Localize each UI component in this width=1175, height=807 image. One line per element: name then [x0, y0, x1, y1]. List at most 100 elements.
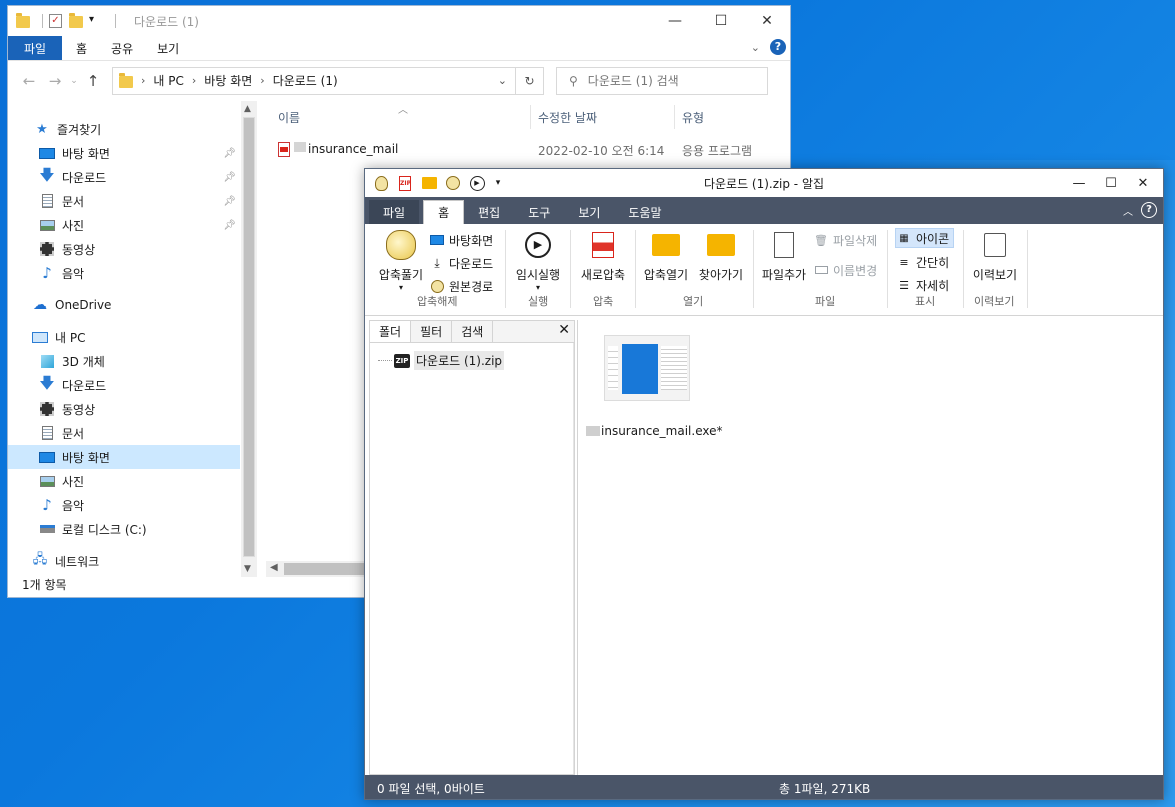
nav-fav-videos[interactable]: 동영상 — [8, 237, 240, 261]
scroll-up-icon[interactable]: ▲ — [244, 104, 251, 114]
properties-check-icon[interactable]: ✓ — [49, 14, 63, 28]
tab-folder[interactable]: 폴더 — [370, 321, 412, 342]
collapse-ribbon-icon[interactable]: ︿ — [1123, 203, 1133, 218]
maximize-button[interactable]: ☐ — [698, 6, 744, 36]
minimize-button[interactable]: — — [1063, 169, 1095, 197]
close-button[interactable]: ✕ — [1127, 169, 1159, 197]
back-arrow-icon[interactable]: ← — [16, 72, 42, 90]
scrollbar-thumb[interactable] — [284, 563, 376, 575]
menu-home[interactable]: 홈 — [62, 36, 99, 60]
tab-edit[interactable]: 편집 — [464, 200, 514, 224]
pin-icon[interactable]: 📌︎ — [223, 220, 236, 231]
forward-arrow-icon[interactable]: → — [42, 72, 68, 90]
view-simple-button[interactable]: ≡ 간단히 — [896, 252, 949, 272]
tab-search[interactable]: 검색 — [452, 321, 494, 342]
dropdown-caret-icon[interactable]: ▾ — [511, 283, 565, 292]
file-item-label[interactable]: insurance_mail.exe* — [586, 424, 722, 438]
tab-tools[interactable]: 도구 — [514, 200, 564, 224]
help-icon[interactable]: ? — [770, 39, 786, 55]
view-detail-button[interactable]: ☰ 자세히 — [896, 275, 949, 295]
rename-button[interactable]: 이름변경 — [813, 260, 877, 280]
column-type[interactable]: 유형 — [682, 109, 704, 126]
view-icon-button[interactable]: ▦ 아이콘 — [895, 228, 955, 248]
nav-label: 내 PC — [55, 330, 86, 345]
nav-onedrive[interactable]: ☁ OneDrive — [8, 293, 240, 317]
tab-filter[interactable]: 필터 — [411, 321, 453, 342]
file-thumbnail[interactable] — [604, 335, 690, 401]
breadcrumb-item[interactable]: 바탕 화면 — [204, 72, 252, 89]
recent-dropdown-icon[interactable]: ⌄ — [68, 76, 80, 86]
nav-label: 사진 — [62, 218, 85, 233]
chevron-right-icon[interactable]: › — [260, 74, 264, 87]
new-zip-button[interactable]: ZIP 새로압축 — [575, 228, 631, 283]
tab-view[interactable]: 보기 — [564, 200, 614, 224]
extract-button[interactable]: 압축풀기 ▾ — [373, 228, 429, 292]
nav-videos[interactable]: 동영상 — [8, 397, 240, 421]
dropdown-caret-icon[interactable]: ▾ — [373, 283, 429, 292]
chevron-down-icon[interactable]: ⌄ — [498, 74, 507, 87]
chevron-right-icon[interactable]: › — [192, 74, 196, 87]
computer-icon — [32, 330, 48, 344]
extract-to-desktop-button[interactable]: 바탕화면 — [429, 230, 493, 250]
up-arrow-icon[interactable]: ↑ — [80, 72, 106, 90]
scroll-down-icon[interactable]: ▼ — [244, 564, 251, 574]
tab-home[interactable]: 홈 — [423, 200, 465, 224]
nav-network[interactable]: 🖧 네트워크 — [8, 549, 240, 573]
pin-icon[interactable]: 📌︎ — [223, 196, 236, 207]
nav-fav-downloads[interactable]: 🡇 다운로드 📌︎ — [8, 165, 240, 189]
new-folder-icon[interactable] — [69, 13, 83, 28]
scroll-left-icon[interactable]: ◀ — [270, 562, 278, 573]
table-row[interactable]: insurance_mail 2022-02-10 오전 6:14 응용 프로그… — [266, 137, 790, 161]
scrollbar-thumb[interactable] — [243, 117, 255, 557]
address-bar[interactable]: › 내 PC › 바탕 화면 › 다운로드 (1) ⌄ — [112, 66, 516, 95]
button-label: 새로압축 — [580, 268, 626, 282]
open-zip-button[interactable]: 압축열기 — [639, 228, 693, 283]
nav-fav-desktop[interactable]: 바탕 화면 📌︎ — [8, 141, 240, 165]
nav-downloads[interactable]: 🡇 다운로드 — [8, 373, 240, 397]
add-file-button[interactable]: 파일추가 — [757, 228, 811, 283]
nav-local-disk[interactable]: 로컬 디스크 (C:) — [8, 517, 240, 541]
menu-view[interactable]: 보기 — [145, 36, 191, 60]
close-button[interactable]: ✕ — [744, 6, 790, 36]
search-input[interactable]: ⚲ 다운로드 (1) 검색 — [556, 66, 768, 95]
goto-button[interactable]: 찾아가기 — [693, 228, 749, 283]
delete-file-button[interactable]: 🗑︎ 파일삭제 — [813, 230, 877, 250]
breadcrumb-item[interactable]: 내 PC — [153, 72, 183, 89]
help-icon[interactable]: ? — [1141, 202, 1157, 218]
nav-favorites[interactable]: ★ 즐겨찾기 — [8, 117, 240, 141]
horizontal-scrollbar[interactable]: ◀ — [266, 561, 376, 577]
column-divider[interactable] — [674, 105, 675, 129]
close-icon[interactable]: ✕ — [558, 322, 570, 338]
nav-desktop[interactable]: 바탕 화면 — [8, 445, 240, 469]
column-divider[interactable] — [530, 105, 531, 129]
tree-item-zip[interactable]: ZIP 다운로드 (1).zip — [378, 351, 505, 370]
nav-3d-objects[interactable]: 3D 개체 — [8, 349, 240, 373]
column-modified[interactable]: 수정한 날짜 — [538, 109, 597, 126]
nav-fav-pictures[interactable]: 사진 📌︎ — [8, 213, 240, 237]
chevron-right-icon[interactable]: › — [141, 74, 145, 87]
minimize-button[interactable]: — — [652, 6, 698, 36]
refresh-button[interactable]: ↻ — [516, 66, 544, 95]
menu-file[interactable]: 파일 — [8, 36, 62, 60]
tab-help[interactable]: 도움말 — [614, 200, 675, 224]
breadcrumb-item[interactable]: 다운로드 (1) — [273, 72, 338, 89]
nav-music[interactable]: ♪ 음악 — [8, 493, 240, 517]
menu-share[interactable]: 공유 — [99, 36, 145, 60]
pin-icon[interactable]: 📌︎ — [223, 148, 236, 159]
nav-fav-documents[interactable]: 문서 📌︎ — [8, 189, 240, 213]
run-temp-button[interactable]: ▶ 임시실행 ▾ — [511, 228, 565, 292]
folder-icon[interactable] — [16, 13, 30, 28]
nav-thispc[interactable]: 내 PC — [8, 325, 240, 349]
nav-pictures[interactable]: 사진 — [8, 469, 240, 493]
customize-dropdown-icon[interactable]: ▾ — [89, 14, 103, 28]
history-button[interactable]: 이력보기 — [967, 228, 1023, 283]
pin-icon[interactable]: 📌︎ — [223, 172, 236, 183]
nav-fav-music[interactable]: ♪ 음악 — [8, 261, 240, 285]
nav-documents[interactable]: 문서 — [8, 421, 240, 445]
tab-file[interactable]: 파일 — [369, 200, 420, 224]
extract-to-downloads-button[interactable]: ⤓ 다운로드 — [429, 253, 493, 273]
chevron-down-icon[interactable]: ⌄ — [751, 41, 760, 54]
nav-scrollbar[interactable]: ▲ ▼ — [241, 101, 257, 577]
column-name[interactable]: 이름 — [278, 109, 300, 126]
maximize-button[interactable]: ☐ — [1095, 169, 1127, 197]
